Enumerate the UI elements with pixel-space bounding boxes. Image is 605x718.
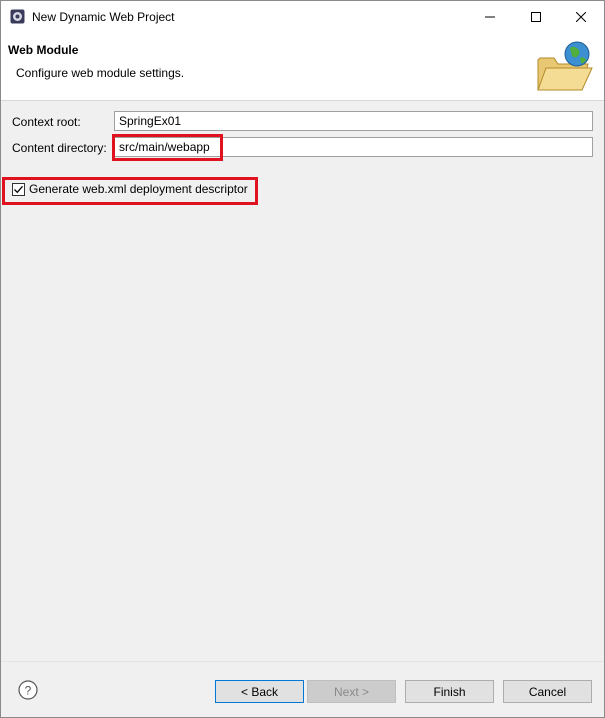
page-description: Configure web module settings. bbox=[16, 66, 185, 80]
context-root-label: Context root: bbox=[12, 115, 81, 129]
title-bar: New Dynamic Web Project bbox=[1, 1, 604, 32]
footer-divider bbox=[1, 661, 604, 662]
content-directory-highlight bbox=[112, 134, 223, 161]
generate-web-xml-highlight bbox=[2, 177, 258, 205]
maximize-icon bbox=[531, 11, 541, 22]
context-root-input[interactable] bbox=[114, 111, 593, 131]
cancel-button[interactable]: Cancel bbox=[503, 680, 592, 703]
page-title: Web Module bbox=[8, 43, 79, 57]
dialog-window: New Dynamic Web Project Web Module Confi… bbox=[0, 0, 605, 718]
finish-button[interactable]: Finish bbox=[405, 680, 494, 703]
wizard-header: Web Module Configure web module settings… bbox=[1, 32, 604, 101]
help-icon[interactable]: ? bbox=[18, 680, 38, 700]
svg-text:?: ? bbox=[25, 684, 32, 698]
window-title: New Dynamic Web Project bbox=[32, 10, 175, 24]
close-button[interactable] bbox=[558, 1, 604, 32]
minimize-button[interactable] bbox=[467, 1, 513, 32]
minimize-icon bbox=[485, 16, 495, 17]
folder-globe-icon bbox=[537, 41, 593, 91]
close-icon bbox=[576, 11, 586, 22]
content-directory-label: Content directory: bbox=[12, 141, 107, 155]
next-button: Next > bbox=[307, 680, 396, 703]
back-button[interactable]: < Back bbox=[215, 680, 304, 703]
maximize-button[interactable] bbox=[513, 1, 559, 32]
eclipse-gear-icon bbox=[10, 9, 25, 24]
